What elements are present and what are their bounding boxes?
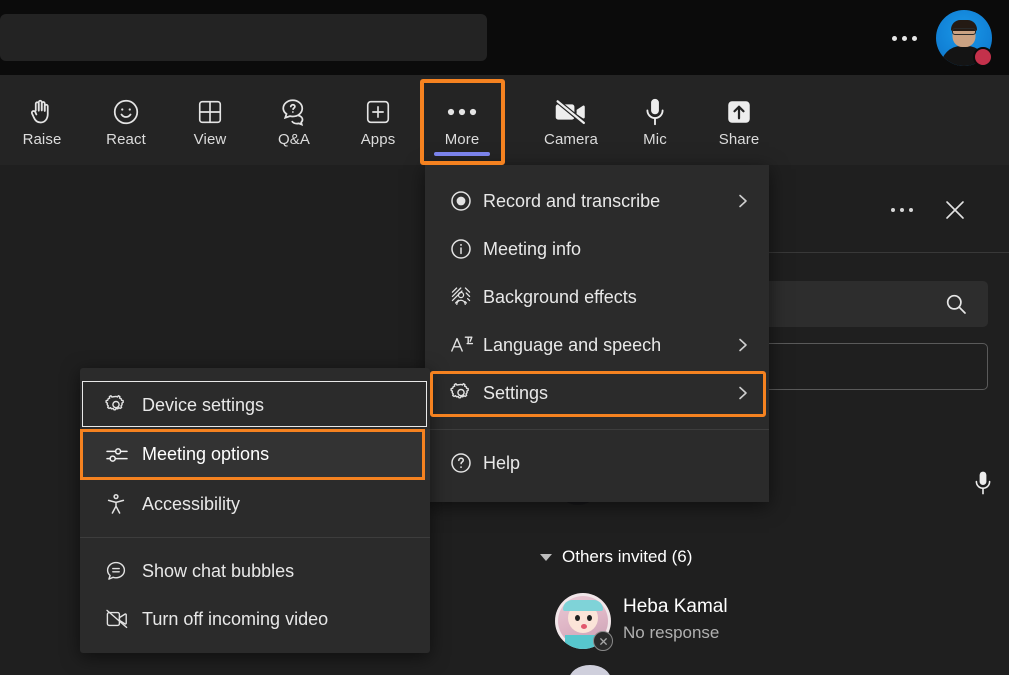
avatar-eye xyxy=(587,615,592,621)
avatar-eye xyxy=(575,615,580,621)
chevron-right-icon xyxy=(735,335,751,355)
section-label: Others invited (6) xyxy=(562,547,693,566)
submenu-item-label: Meeting options xyxy=(142,444,270,464)
plus-apps-icon xyxy=(364,96,392,128)
meeting-title-bar-blank xyxy=(0,14,487,61)
settings-submenu: Device settings Meeting options Accessib… xyxy=(80,368,430,653)
smiley-react-icon xyxy=(111,96,141,128)
control-label: React xyxy=(106,131,146,148)
chat-bubble-icon xyxy=(104,559,142,583)
submenu-item-label: Device settings xyxy=(142,394,265,415)
participant-status: No response xyxy=(623,623,720,642)
control-label: Apps xyxy=(360,131,396,148)
chevron-right-icon xyxy=(735,383,751,403)
help-circle-icon xyxy=(449,451,483,475)
others-invited-section-header[interactable]: Others invited (6) xyxy=(540,545,840,569)
menu-item-label: Language and speech xyxy=(483,334,662,355)
menu-item-background-effects[interactable]: Background effects xyxy=(425,273,769,321)
share-up-arrow-icon xyxy=(724,96,754,128)
gear-icon xyxy=(449,381,483,405)
avatar-mouth xyxy=(581,624,587,629)
control-react[interactable]: React xyxy=(92,85,160,155)
menu-item-label: Meeting info xyxy=(483,238,582,259)
menu-item-meeting-info[interactable]: Meeting info xyxy=(425,225,769,273)
submenu-item-label: Accessibility xyxy=(142,493,241,514)
control-qa[interactable]: Q&A xyxy=(260,85,328,155)
accessibility-person-icon xyxy=(104,492,142,516)
control-label: Camera xyxy=(544,131,598,148)
top-bar xyxy=(0,0,1009,75)
background-effects-icon xyxy=(449,285,483,309)
raise-hand-icon xyxy=(27,96,57,128)
search-icon xyxy=(944,292,968,316)
ellipsis-dot-icon xyxy=(909,208,913,212)
close-icon xyxy=(942,197,968,223)
menu-item-language-and-speech[interactable]: Language and speech xyxy=(425,321,769,369)
avatar-glasses xyxy=(952,28,976,36)
grid-view-icon xyxy=(196,96,224,128)
menu-item-help[interactable]: Help xyxy=(425,439,769,487)
chevron-down-icon xyxy=(540,553,552,561)
gear-icon xyxy=(104,393,142,417)
declined-x-icon xyxy=(593,631,613,651)
control-mic[interactable]: Mic xyxy=(621,85,689,155)
menu-item-label: Help xyxy=(483,452,521,473)
control-share[interactable]: Share xyxy=(705,85,773,155)
participant-name: Heba Kamal xyxy=(623,596,728,617)
submenu-item-meeting-options[interactable]: Meeting options xyxy=(80,429,430,480)
menu-item-label: Record and transcribe xyxy=(483,190,661,211)
submenu-item-accessibility[interactable]: Accessibility xyxy=(80,480,430,528)
control-label: Q&A xyxy=(278,131,310,148)
menu-item-settings[interactable]: Settings xyxy=(425,369,769,417)
video-off-icon xyxy=(104,608,142,630)
control-raise-hand[interactable]: Raise xyxy=(8,85,76,155)
mic-icon xyxy=(642,96,668,128)
mic-icon[interactable] xyxy=(973,469,993,497)
menu-divider xyxy=(425,429,769,430)
submenu-item-device-settings[interactable]: Device settings xyxy=(80,381,430,429)
ellipsis-dot-icon xyxy=(891,208,895,212)
ellipsis-dot-icon xyxy=(900,208,904,212)
menu-item-label: Background effects xyxy=(483,286,637,307)
control-label: View xyxy=(193,131,227,148)
teams-meeting-window: Raise React View Q&A Apps More Camera Mi… xyxy=(0,0,1009,675)
submenu-item-label: Show chat bubbles xyxy=(142,560,295,581)
top-bar-more-options-button[interactable] xyxy=(884,25,924,51)
avatar-headband xyxy=(563,600,603,611)
ellipsis-more-icon xyxy=(445,96,479,128)
info-circle-icon xyxy=(449,237,483,261)
question-answer-icon xyxy=(279,96,309,128)
control-label: Share xyxy=(718,131,760,148)
menu-item-record-and-transcribe[interactable]: Record and transcribe xyxy=(425,177,769,225)
menu-item-label: Settings xyxy=(483,382,549,403)
submenu-item-show-chat-bubbles[interactable]: Show chat bubbles xyxy=(80,547,430,595)
ellipsis-dot-icon xyxy=(891,35,897,41)
control-view[interactable]: View xyxy=(176,85,244,155)
control-apps[interactable]: Apps xyxy=(344,85,412,155)
control-label: Raise xyxy=(22,131,62,148)
camera-off-icon xyxy=(554,96,588,128)
participant-row[interactable]: Heba Kamal No response xyxy=(555,593,985,653)
participants-panel-more-button[interactable] xyxy=(885,198,919,222)
control-more[interactable]: More xyxy=(428,85,496,155)
record-circle-icon xyxy=(449,189,483,213)
submenu-item-turn-off-incoming-video[interactable]: Turn off incoming video xyxy=(80,595,430,643)
meeting-control-bar: Raise React View Q&A Apps More Camera Mi… xyxy=(0,75,1009,219)
ellipsis-dot-icon xyxy=(911,35,917,41)
sliders-icon xyxy=(104,443,142,467)
more-tab-active-underline xyxy=(434,152,490,156)
user-avatar-button[interactable] xyxy=(936,10,993,67)
status-badge-busy xyxy=(973,47,993,67)
more-options-menu: Record and transcribe Meeting info Backg… xyxy=(425,165,769,502)
ellipsis-dot-icon xyxy=(901,35,907,41)
chevron-right-icon xyxy=(735,191,751,211)
submenu-item-label: Turn off incoming video xyxy=(142,608,329,629)
control-label: More xyxy=(444,131,480,148)
close-panel-button[interactable] xyxy=(938,193,972,227)
control-camera[interactable]: Camera xyxy=(537,85,605,155)
language-speech-icon xyxy=(449,333,483,357)
control-label: Mic xyxy=(643,131,667,148)
submenu-divider xyxy=(80,537,430,538)
